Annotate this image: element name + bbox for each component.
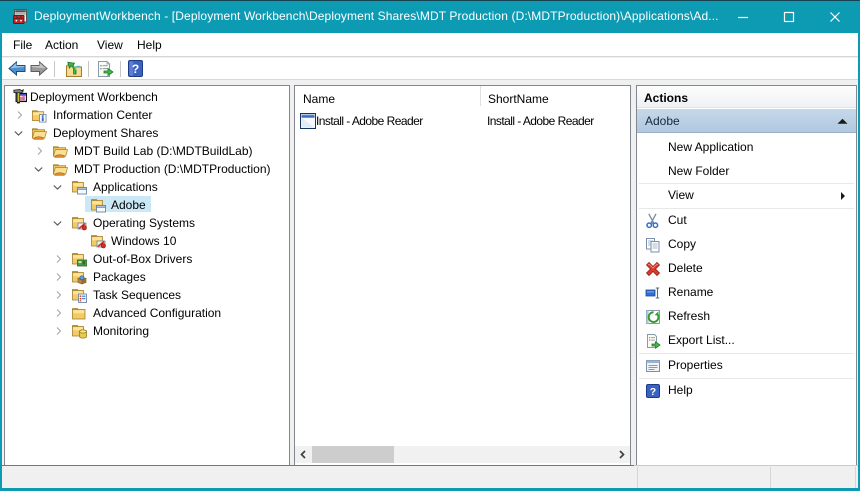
svg-text:?: ? — [132, 62, 139, 76]
svg-text:?: ? — [650, 386, 656, 398]
